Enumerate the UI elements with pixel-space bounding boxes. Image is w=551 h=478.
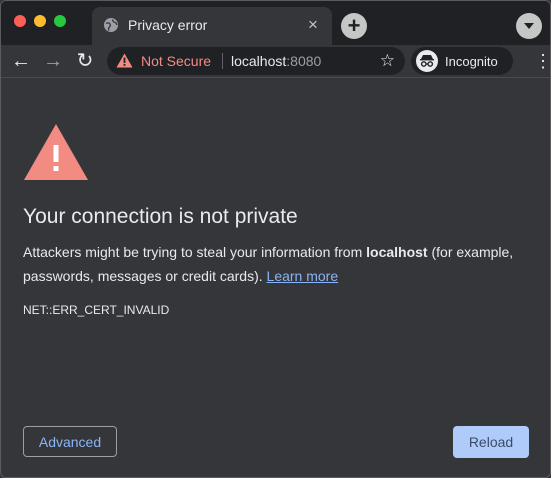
reload-icon-button[interactable]: ↻ <box>73 49 97 73</box>
browser-toolbar: ← → ↻ Not Secure localhost:8080 ☆ Incogn… <box>1 45 550 78</box>
bookmark-star-icon[interactable]: ☆ <box>380 51 395 71</box>
back-button[interactable]: ← <box>9 49 33 73</box>
security-status-label[interactable]: Not Secure <box>141 53 211 69</box>
new-tab-button[interactable]: + <box>341 13 367 39</box>
close-tab-icon[interactable]: × <box>304 16 322 34</box>
browser-window: Privacy error × + ← → ↻ Not Secure local… <box>0 0 551 478</box>
message-prefix: Attackers might be trying to steal your … <box>23 244 367 260</box>
close-window-button[interactable] <box>14 15 26 27</box>
url-port: :8080 <box>286 53 322 69</box>
incognito-badge[interactable]: Incognito <box>411 47 513 75</box>
reload-button[interactable]: Reload <box>453 426 529 458</box>
url-text[interactable]: localhost:8080 <box>231 53 321 69</box>
error-message: Attackers might be trying to steal your … <box>23 240 518 288</box>
tab-title: Privacy error <box>128 17 208 33</box>
menu-icon[interactable]: ⋮ <box>534 51 550 71</box>
tab-privacy-error[interactable]: Privacy error × <box>92 7 332 45</box>
learn-more-link[interactable]: Learn more <box>267 268 339 284</box>
address-bar[interactable]: Not Secure localhost:8080 ☆ <box>107 47 405 75</box>
url-host: localhost <box>231 53 287 69</box>
message-host: localhost <box>366 244 428 260</box>
address-divider <box>222 53 223 69</box>
warning-triangle-icon[interactable] <box>116 53 133 73</box>
page-title: Your connection is not private <box>23 205 298 228</box>
interstitial-page: Your connection is not private Attackers… <box>1 78 550 477</box>
tab-search-button[interactable] <box>516 13 542 39</box>
incognito-icon <box>416 50 438 72</box>
globe-icon <box>104 18 118 32</box>
chevron-down-icon <box>524 23 534 29</box>
tab-strip: Privacy error × + <box>1 1 550 45</box>
error-code[interactable]: NET::ERR_CERT_INVALID <box>23 303 169 317</box>
forward-button[interactable]: → <box>41 49 65 73</box>
advanced-button[interactable]: Advanced <box>23 426 117 457</box>
incognito-label: Incognito <box>445 54 498 69</box>
maximize-window-button[interactable] <box>54 15 66 27</box>
warning-triangle-icon <box>23 123 89 186</box>
minimize-window-button[interactable] <box>34 15 46 27</box>
